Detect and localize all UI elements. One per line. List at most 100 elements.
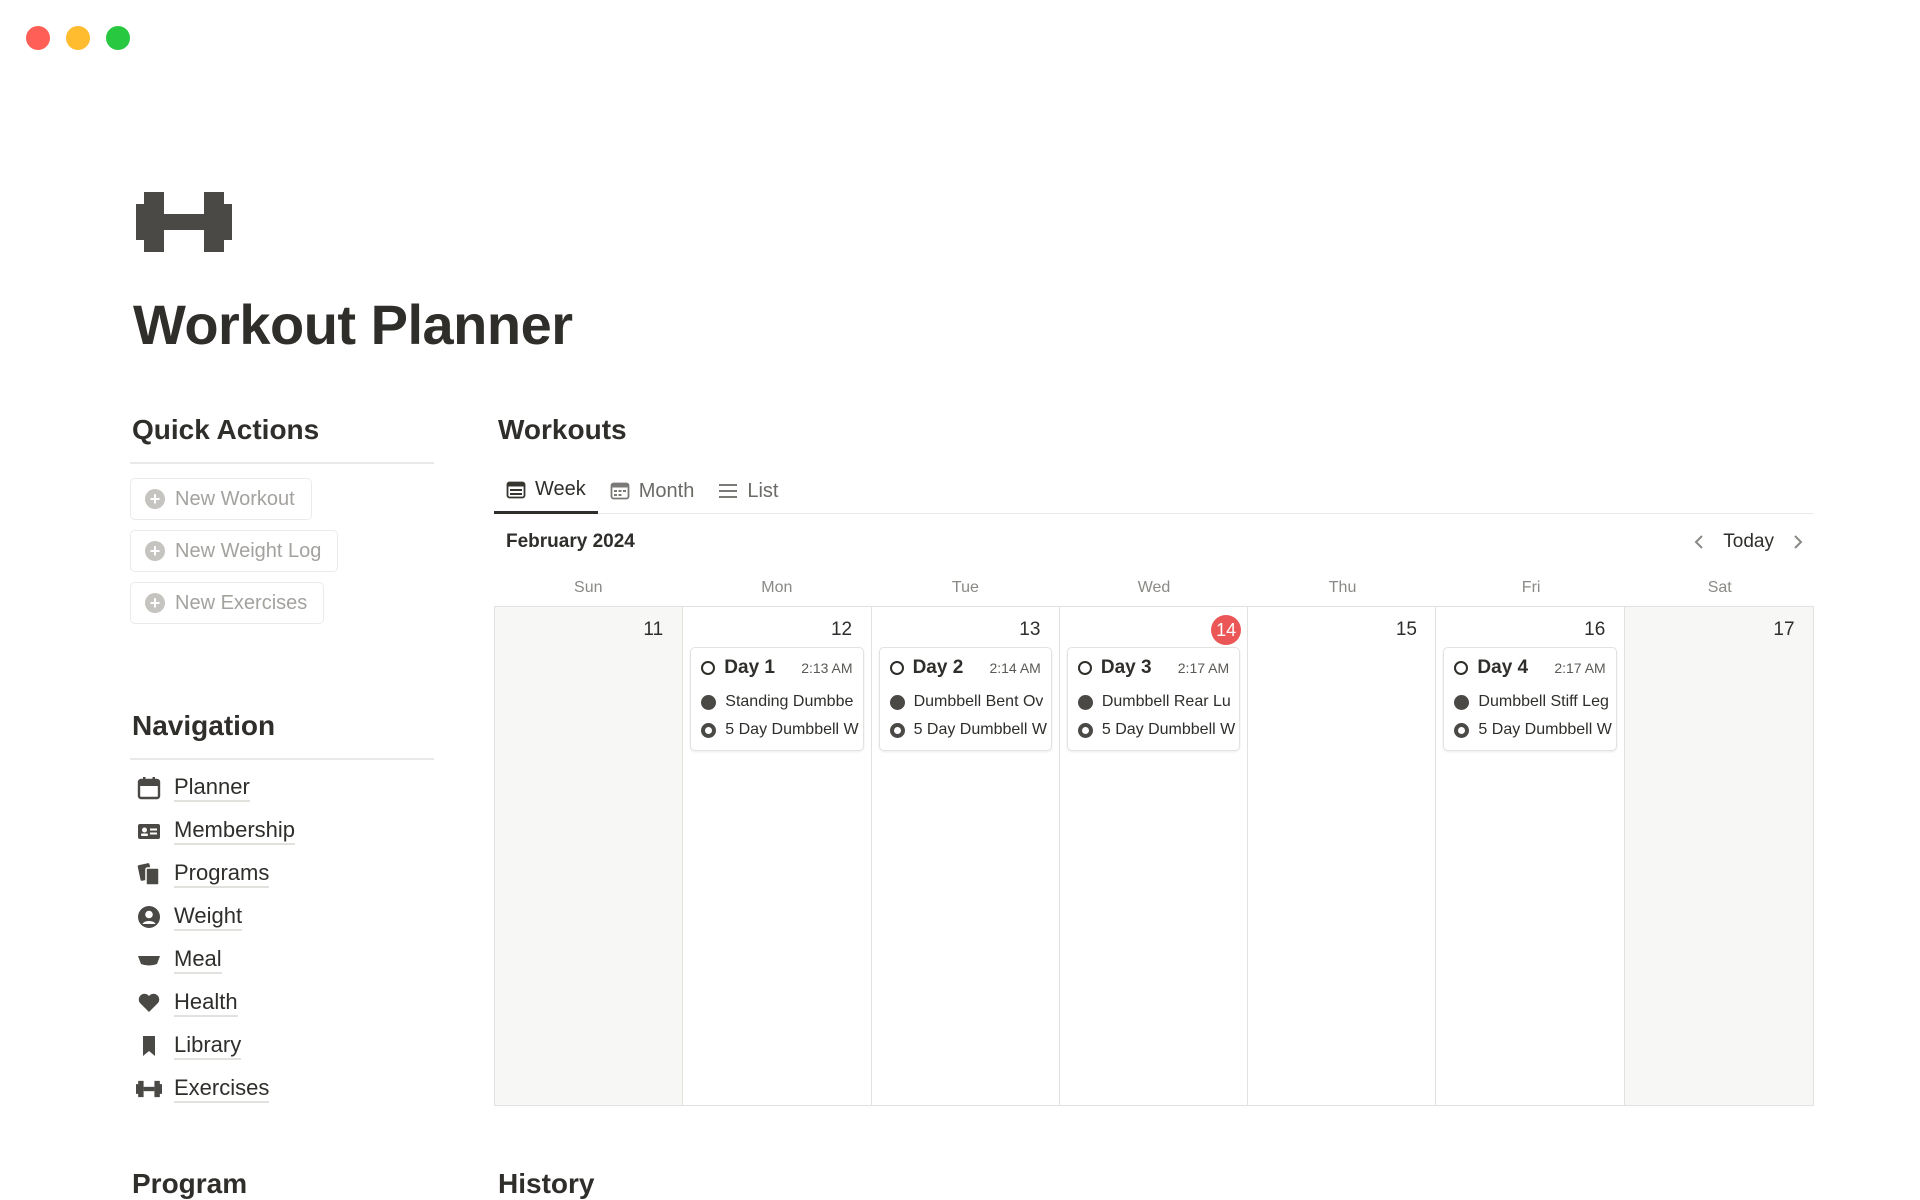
nav-item-planner[interactable]: Planner [130, 766, 434, 809]
nav-label: Exercises [174, 1075, 270, 1103]
program-ring-icon [1454, 722, 1470, 738]
quick-actions-list: + New Workout + New Weight Log + New Exe… [130, 478, 434, 634]
nav-label: Programs [174, 860, 270, 888]
divider [130, 462, 434, 464]
minimize-window-button[interactable] [66, 26, 90, 50]
program-ring-icon [701, 722, 717, 738]
weekday-header: Sun Mon Tue Wed Thu Fri Sat [494, 570, 1814, 606]
weekday-label: Mon [761, 579, 793, 596]
documents-icon [136, 861, 162, 887]
chevron-left-icon[interactable] [1693, 533, 1705, 551]
day-cell[interactable]: 14 Day 3 2:17 AM Dumbbell Rear Lu 5 Day … [1059, 607, 1249, 1105]
workout-card[interactable]: Day 2 2:14 AM Dumbbell Bent Ov 5 Day Dum… [878, 647, 1052, 751]
day-cell[interactable]: 12 Day 1 2:13 AM Standing Dumbbe 5 Day D… [683, 607, 872, 1105]
workout-card[interactable]: Day 3 2:17 AM Dumbbell Rear Lu 5 Day Dum… [1066, 647, 1241, 751]
calendar-week-icon [506, 481, 526, 498]
exercise-dot-icon [1077, 694, 1093, 710]
exercise-name: Dumbbell Bent Ov [913, 693, 1044, 710]
day-number: 17 [1773, 619, 1795, 640]
exercise-name: Dumbbell Rear Lu [1101, 693, 1231, 710]
week-grid: 11 12 Day 1 2:13 AM Standing Dumbbe 5 Da… [494, 606, 1814, 1106]
tab-label: Week [535, 478, 586, 500]
program-name: 5 Day Dumbbell W [913, 721, 1047, 738]
month-label: February 2024 [506, 531, 635, 552]
status-circle-icon [1077, 661, 1092, 675]
day-number: 12 [830, 619, 853, 640]
weekday-label: Sat [1707, 579, 1732, 596]
divider [130, 758, 434, 760]
close-window-button[interactable] [26, 26, 50, 50]
navigation-heading: Navigation [132, 710, 276, 741]
quick-actions-heading: Quick Actions [132, 414, 320, 445]
tab-label: List [747, 479, 779, 502]
weekday-label: Tue [951, 579, 979, 596]
id-card-icon [136, 818, 162, 844]
view-tabs: Week Month List [494, 468, 1814, 514]
workouts-section: Workouts Week Month List February 2024 T… [494, 414, 1814, 1106]
chevron-right-icon[interactable] [1792, 533, 1804, 551]
nav-item-exercises[interactable]: Exercises [130, 1067, 434, 1110]
tab-list[interactable]: List [706, 468, 790, 514]
new-exercises-button[interactable]: + New Exercises [130, 582, 325, 624]
workout-title: Day 4 [1477, 657, 1529, 678]
exercise-dot-icon [889, 694, 905, 710]
day-number: 15 [1395, 619, 1417, 640]
weekday-label: Wed [1137, 579, 1171, 596]
nav-label: Library [174, 1032, 242, 1060]
weekday-label: Sun [574, 579, 603, 596]
nav-label: Planner [174, 774, 250, 802]
exercise-name: Standing Dumbbe [725, 693, 854, 710]
workout-time: 2:13 AM [801, 660, 853, 676]
day-cell[interactable]: 13 Day 2 2:14 AM Dumbbell Bent Ov 5 Day … [871, 607, 1060, 1105]
day-number: 11 [643, 619, 664, 640]
nav-item-library[interactable]: Library [130, 1024, 434, 1067]
day-number: 16 [1584, 619, 1606, 640]
nav-item-membership[interactable]: Membership [130, 809, 434, 852]
tab-label: Month [638, 479, 695, 502]
day-cell[interactable]: 15 [1248, 607, 1437, 1105]
nav-label: Meal [174, 946, 222, 974]
button-label: New Weight Log [175, 539, 322, 562]
weekday-label: Thu [1328, 579, 1357, 596]
workout-card[interactable]: Day 1 2:13 AM Standing Dumbbe 5 Day Dumb… [690, 647, 864, 751]
button-label: New Exercises [175, 591, 308, 614]
tab-month[interactable]: Month [598, 468, 707, 514]
nav-label: Weight [174, 903, 243, 931]
day-cell[interactable]: 11 [495, 607, 684, 1105]
nav-item-programs[interactable]: Programs [130, 852, 434, 895]
program-name: 5 Day Dumbbell W [1101, 721, 1236, 738]
bowl-icon [136, 947, 162, 973]
workouts-heading: Workouts [498, 414, 627, 445]
workout-time: 2:14 AM [989, 660, 1041, 676]
program-ring-icon [889, 722, 905, 738]
dumbbell-icon[interactable] [136, 190, 232, 254]
plus-circle-icon: + [145, 541, 165, 561]
workout-card[interactable]: Day 4 2:17 AM Dumbbell Stiff Leg 5 Day D… [1443, 647, 1617, 751]
nav-label: Health [174, 989, 238, 1017]
calendar-icon [136, 775, 162, 801]
today-button[interactable]: Today [1723, 531, 1774, 553]
status-circle-icon [1454, 661, 1469, 675]
plus-circle-icon: + [145, 489, 165, 509]
exercise-name: Dumbbell Stiff Leg [1478, 693, 1609, 710]
navigation-section: Navigation Planner Membership Programs W… [130, 710, 434, 1110]
workout-time: 2:17 AM [1177, 660, 1230, 676]
new-workout-button[interactable]: + New Workout [130, 478, 312, 520]
status-circle-icon [701, 661, 716, 675]
calendar-month-icon [610, 482, 630, 500]
day-cell[interactable]: 16 Day 4 2:17 AM Dumbbell Stiff Leg 5 Da… [1436, 607, 1625, 1105]
nav-item-meal[interactable]: Meal [130, 938, 434, 981]
tab-week[interactable]: Week [494, 468, 598, 514]
workout-title: Day 3 [1100, 657, 1152, 678]
day-cell[interactable]: 17 [1624, 607, 1813, 1105]
workout-title: Day 2 [912, 657, 964, 678]
nav-item-health[interactable]: Health [130, 981, 434, 1024]
nav-item-weight[interactable]: Weight [130, 895, 434, 938]
user-circle-icon [136, 904, 162, 930]
exercise-dot-icon [701, 694, 717, 710]
history-heading: History [498, 1168, 595, 1199]
maximize-window-button[interactable] [106, 26, 130, 50]
new-weight-log-button[interactable]: + New Weight Log [130, 530, 339, 572]
left-column: Quick Actions + New Workout + New Weight… [130, 414, 434, 1110]
day-number: 13 [1019, 619, 1041, 640]
